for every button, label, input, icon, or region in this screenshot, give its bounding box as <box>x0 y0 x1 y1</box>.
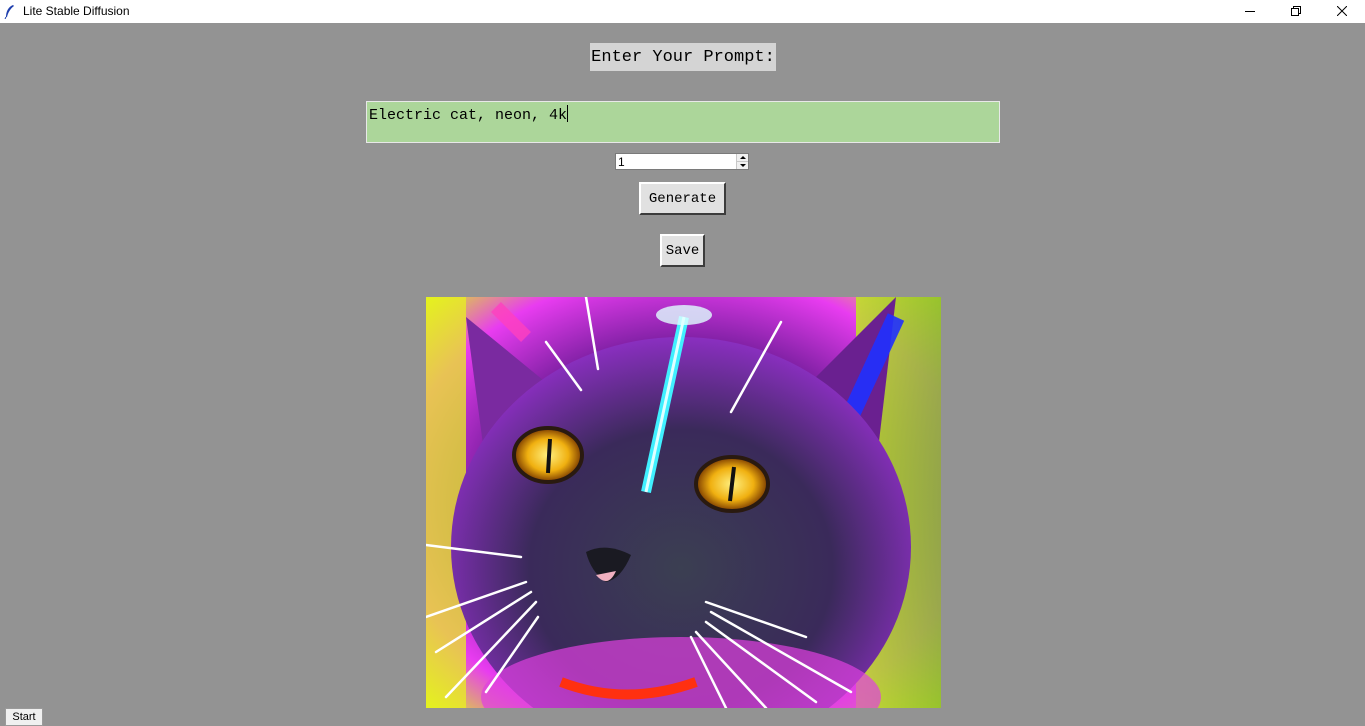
count-spinbox[interactable]: 1 <box>615 153 749 170</box>
prompt-input-text: Electric cat, neon, 4k <box>369 105 569 124</box>
restore-icon <box>1291 3 1301 21</box>
restore-button[interactable] <box>1273 0 1319 23</box>
arrow-up-icon <box>739 156 746 159</box>
spin-arrows <box>736 154 748 169</box>
save-button[interactable]: Save <box>660 234 705 267</box>
close-icon <box>1336 3 1348 21</box>
minimize-button[interactable] <box>1227 0 1273 23</box>
feather-icon <box>4 4 16 20</box>
close-button[interactable] <box>1319 0 1365 23</box>
generate-button[interactable]: Generate <box>639 182 726 215</box>
text-caret <box>567 105 569 122</box>
prompt-input[interactable]: Electric cat, neon, 4k <box>366 101 1000 143</box>
count-value: 1 <box>618 155 625 169</box>
prompt-label: Enter Your Prompt: <box>590 43 776 71</box>
prompt-value: Electric cat, neon, 4k <box>369 107 568 124</box>
spin-up-button[interactable] <box>737 154 748 162</box>
arrow-down-icon <box>739 164 746 167</box>
generated-image <box>426 297 941 708</box>
spin-down-button[interactable] <box>737 162 748 169</box>
minimize-icon <box>1245 3 1255 21</box>
title-bar: Lite Stable Diffusion <box>0 0 1365 23</box>
start-button[interactable]: Start <box>5 708 43 726</box>
window-title: Lite Stable Diffusion <box>23 4 130 18</box>
